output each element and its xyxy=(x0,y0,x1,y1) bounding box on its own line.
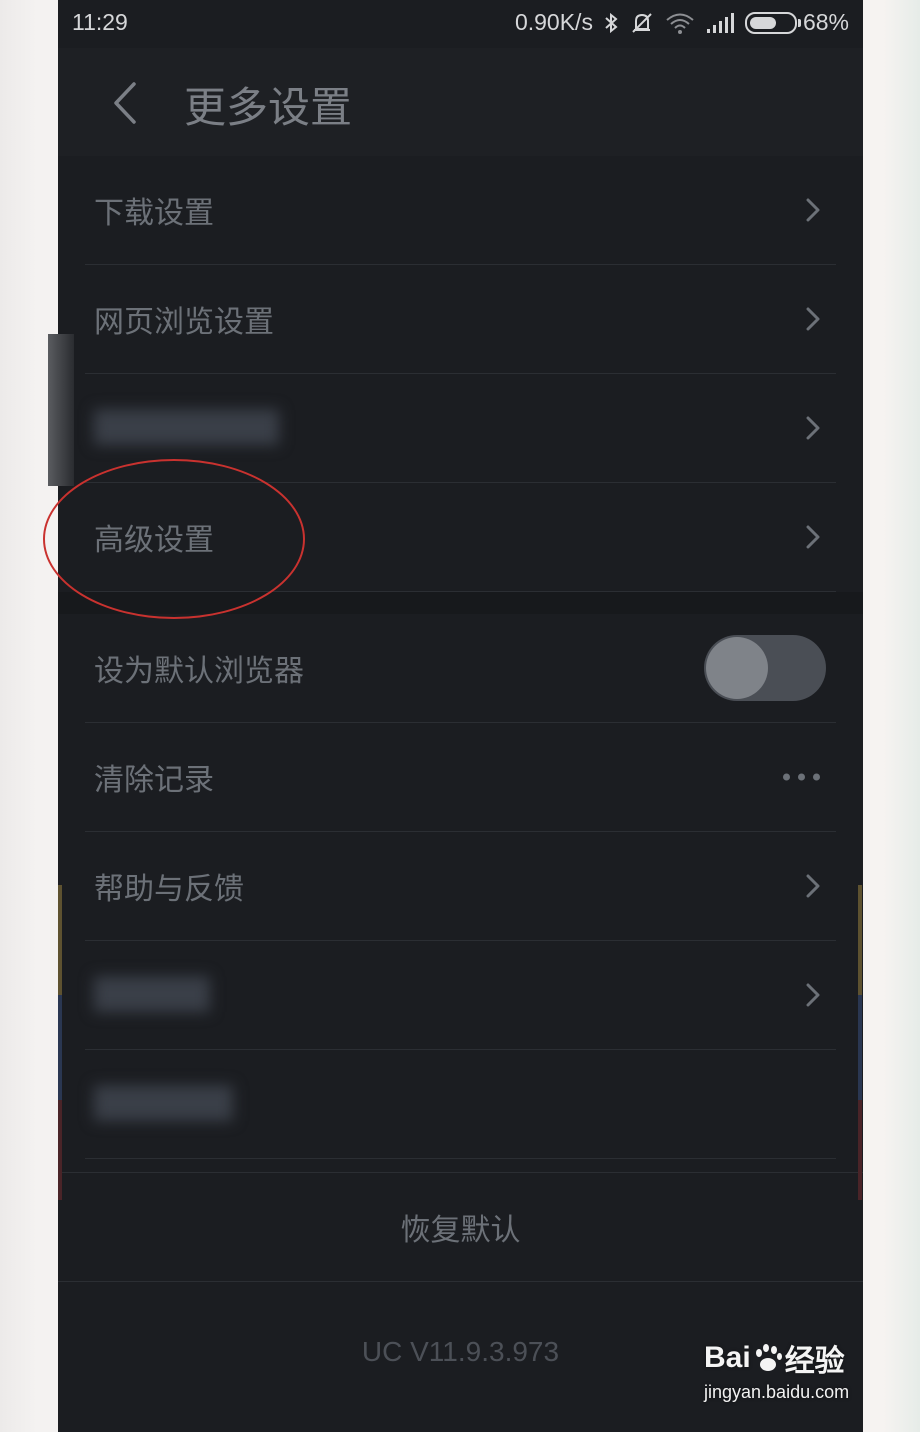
edge-strip xyxy=(858,995,862,1100)
default-browser-toggle[interactable] xyxy=(704,635,826,701)
chevron-right-icon xyxy=(806,198,820,222)
chevron-right-icon xyxy=(806,416,820,440)
wifi-icon xyxy=(666,13,694,34)
edge-strip xyxy=(858,885,862,995)
setting-label: 帮助与反馈 xyxy=(94,872,244,907)
setting-blurred-2[interactable]: █████ xyxy=(85,941,836,1050)
chevron-right-icon xyxy=(806,874,820,898)
network-speed: 0.90K/s xyxy=(514,9,593,35)
chevron-left-icon[interactable] xyxy=(106,80,146,126)
setting-label: 网页浏览设置 xyxy=(94,305,274,340)
setting-default-browser: 设为默认浏览器 xyxy=(85,614,836,723)
title-bar: 更多设置 xyxy=(58,48,863,156)
chevron-right-icon xyxy=(806,525,820,549)
status-right: 0.90K/s 68% xyxy=(515,9,849,36)
paw-icon xyxy=(753,1343,783,1373)
settings-list: 下载设置 网页浏览设置 ████████ 高级设置 设为默认浏览器 清除记录 帮… xyxy=(58,156,863,1159)
toggle-knob xyxy=(706,637,768,699)
restore-default-label: 恢复默认 xyxy=(400,1213,521,1248)
setting-label: 清除记录 xyxy=(94,763,214,798)
battery-fill xyxy=(749,16,776,29)
edge-strip xyxy=(58,995,62,1100)
setting-help-feedback[interactable]: 帮助与反馈 xyxy=(85,832,836,941)
battery-icon xyxy=(744,11,801,34)
status-bar: 11:29 0.90K/s 68% xyxy=(58,0,863,48)
section-divider xyxy=(58,592,863,614)
setting-label: 高级设置 xyxy=(94,523,214,558)
setting-label: 下载设置 xyxy=(94,196,214,231)
setting-label: 设为默认浏览器 xyxy=(94,654,304,689)
scroll-handle[interactable] xyxy=(48,334,74,486)
mute-icon xyxy=(632,12,652,33)
blurred-label: █████ xyxy=(94,977,210,1013)
blurred-label: ██████ xyxy=(94,1086,233,1122)
watermark-url: jingyan.baidu.com xyxy=(704,1382,850,1402)
edge-strip xyxy=(58,1100,62,1200)
phone-screen: 11:29 0.90K/s 68% 更多设置 下载设置 网页浏览设置 █████… xyxy=(58,0,863,1432)
blurred-label: ████████ xyxy=(94,410,279,446)
setting-blurred-1[interactable]: ████████ xyxy=(85,374,836,483)
setting-advanced[interactable]: 高级设置 xyxy=(85,483,836,592)
chevron-right-icon xyxy=(806,307,820,331)
page-title: 更多设置 xyxy=(184,83,353,132)
setting-download[interactable]: 下载设置 xyxy=(85,156,836,265)
baidu-jingyan-watermark: Bai 经验 jingyan.baidu.com xyxy=(704,1336,874,1416)
setting-blurred-3[interactable]: ██████ xyxy=(85,1050,836,1159)
battery-percent: 68% xyxy=(802,9,849,35)
edge-strip xyxy=(858,1100,862,1200)
battery-indicator: 68% xyxy=(744,9,849,36)
restore-default-button[interactable]: 恢复默认 xyxy=(58,1172,863,1282)
signal-icon xyxy=(706,12,734,33)
more-dots-icon xyxy=(783,773,820,781)
chevron-right-icon xyxy=(806,983,820,1007)
edge-strip xyxy=(58,885,62,995)
status-time: 11:29 xyxy=(72,9,128,35)
setting-web-browsing[interactable]: 网页浏览设置 xyxy=(85,265,836,374)
setting-clear-records[interactable]: 清除记录 xyxy=(85,723,836,832)
bluetooth-icon xyxy=(605,12,618,33)
watermark-logo: Bai 经验 xyxy=(704,1341,845,1378)
